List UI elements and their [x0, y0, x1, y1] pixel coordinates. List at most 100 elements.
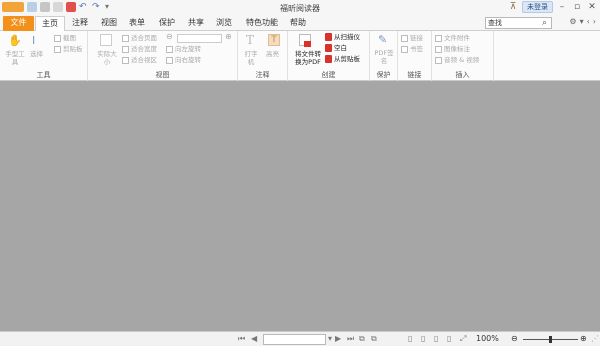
tab-share[interactable]: 共享: [185, 16, 207, 31]
signature-pen-icon: ✎: [378, 33, 388, 46]
image-icon: [435, 45, 442, 53]
highlight-button[interactable]: 高亮: [266, 50, 279, 58]
hand-tool-button[interactable]: 手型工具: [5, 50, 25, 66]
tab-form[interactable]: 表单: [126, 16, 148, 31]
last-page-icon[interactable]: ⏭: [347, 334, 354, 344]
group-insert-label: 插入: [455, 71, 470, 79]
restore-button[interactable]: ▫: [571, 1, 583, 13]
from-scanner-button[interactable]: 从扫描仪: [325, 33, 360, 41]
zoom-slider-thumb[interactable]: [549, 336, 552, 343]
zoom-in-button-icon[interactable]: ⊕: [580, 334, 587, 343]
rotate-left-icon: [166, 45, 173, 53]
group-tools-label: 工具: [36, 71, 51, 79]
link-button[interactable]: 链接: [401, 34, 423, 42]
group-insert: 文件附件 图像标注 音频 & 视频 插入: [432, 31, 494, 81]
snapshot-button[interactable]: 截图: [54, 34, 76, 42]
fit-width-button[interactable]: 适合宽度: [122, 45, 157, 53]
zoom-out-button-icon[interactable]: ⊖: [511, 334, 518, 343]
fit-width-icon: [122, 45, 129, 53]
select-button[interactable]: 选择: [30, 50, 43, 58]
tab-view[interactable]: 视图: [98, 16, 120, 31]
page-dropdown-icon[interactable]: ▾: [328, 334, 332, 343]
tab-comment[interactable]: 注释: [68, 16, 92, 31]
select-cursor-icon: I: [32, 34, 36, 47]
prev-view-icon[interactable]: ⧉: [359, 334, 365, 344]
prev-page-icon[interactable]: ◀: [251, 334, 257, 343]
page-number-input[interactable]: [263, 334, 326, 345]
from-clipboard-button[interactable]: 从剪贴板: [325, 55, 360, 63]
next-page-icon[interactable]: ▶: [335, 334, 341, 343]
group-view-label: 视图: [155, 71, 170, 79]
image-annotation-button[interactable]: 图像标注: [435, 45, 470, 53]
highlight-icon: T: [268, 34, 280, 46]
actual-size-button[interactable]: 实际大小: [97, 50, 117, 66]
file-attachment-button[interactable]: 文件附件: [435, 34, 470, 42]
next-view-icon[interactable]: ⧉: [371, 334, 377, 344]
group-protect: ✎ PDF签名 保护: [370, 31, 398, 81]
settings-icon[interactable]: ⚙: [569, 17, 576, 26]
group-link-label: 链接: [407, 71, 422, 79]
rotate-left-button[interactable]: 向左旋转: [166, 45, 201, 53]
fit-page-button[interactable]: 适合页面: [122, 34, 157, 42]
media-icon: [435, 56, 442, 64]
actual-size-icon: [100, 34, 112, 46]
fit-page-icon: [122, 34, 129, 42]
first-page-icon[interactable]: ⏮: [238, 334, 245, 344]
rotate-right-button[interactable]: 向右旋转: [166, 56, 201, 64]
zoom-out-icon[interactable]: ⊖: [166, 33, 173, 41]
link-icon: [401, 34, 408, 42]
nav-forward-icon[interactable]: ›: [593, 17, 596, 26]
group-view: 实际大小 适合页面 适合宽度 适合视区 ⊖ ⊕ 向左旋转 向右旋转 视图: [88, 31, 238, 81]
ribbon-tab-bar: 文件 主页 注释 视图 表单 保护 共享 浏览 特色功能 帮助 查找 ⌕ ⚙ ▾…: [0, 16, 600, 32]
group-create: 将文件转换为PDF 从扫描仪 空白 从剪贴板 创建: [288, 31, 370, 81]
minimize-button[interactable]: –: [556, 1, 568, 13]
ribbon: ✋ 手型工具 I 选择 截图 剪贴板 工具 实际大小 适合页面 适合宽度 适合视…: [0, 31, 600, 81]
tab-protect[interactable]: 保护: [155, 16, 179, 31]
tab-help[interactable]: 帮助: [287, 16, 309, 31]
fit-visible-icon: [122, 56, 129, 64]
bookmark-button[interactable]: 书签: [401, 45, 423, 53]
document-canvas[interactable]: [0, 82, 600, 331]
skin-icon[interactable]: ⊼: [507, 1, 519, 13]
convert-pdf-badge: [304, 41, 311, 47]
rotate-right-icon: [166, 56, 173, 64]
group-link: 链接 书签 链接: [398, 31, 432, 81]
snapshot-icon: [54, 34, 61, 42]
group-comment: T 打字机 T 高亮 注释: [238, 31, 288, 81]
clipboard-button[interactable]: 剪贴板: [54, 45, 83, 53]
bookmark-icon: [401, 45, 408, 53]
tab-file[interactable]: 文件: [3, 16, 34, 31]
blank-button[interactable]: 空白: [325, 44, 347, 52]
search-icon[interactable]: ⌕: [542, 18, 547, 28]
resize-grip-icon[interactable]: ⋰: [591, 334, 599, 343]
continuous-icon[interactable]: ▯: [421, 334, 425, 343]
login-badge[interactable]: 未登录: [522, 1, 553, 13]
zoom-in-icon[interactable]: ⊕: [225, 33, 232, 41]
nav-back-icon[interactable]: ‹: [587, 17, 590, 26]
fit-visible-button[interactable]: 适合视区: [122, 56, 157, 64]
group-comment-label: 注释: [255, 71, 270, 79]
hand-tool-icon: ✋: [8, 34, 22, 47]
scanner-icon: [325, 33, 332, 41]
blank-doc-icon: [325, 44, 332, 52]
zoom-combo[interactable]: [177, 34, 222, 43]
typewriter-icon: T: [246, 33, 255, 47]
dropdown-icon[interactable]: ▾: [580, 17, 584, 26]
close-button[interactable]: ✕: [586, 1, 598, 13]
typewriter-button[interactable]: 打字机: [243, 50, 259, 66]
tab-features[interactable]: 特色功能: [242, 16, 282, 31]
status-bar: ⏮ ◀ ▾ ▶ ⏭ ⧉ ⧉ ▯ ▯ ▯ ▯ ⤢ 100% ⊖ ⊕ ⋰: [0, 331, 600, 346]
zoom-level[interactable]: 100%: [476, 334, 499, 343]
continuous-facing-icon[interactable]: ▯: [447, 334, 451, 343]
pdf-sign-button[interactable]: PDF签名: [374, 49, 394, 65]
tab-home[interactable]: 主页: [35, 16, 65, 32]
audio-video-button[interactable]: 音频 & 视频: [435, 56, 479, 64]
group-protect-label: 保护: [376, 71, 391, 79]
clipboard-icon: [54, 45, 61, 53]
single-page-icon[interactable]: ▯: [408, 334, 412, 343]
convert-to-pdf-button[interactable]: 将文件转换为PDF: [293, 50, 323, 66]
tab-browse[interactable]: 浏览: [213, 16, 235, 31]
group-create-label: 创建: [321, 71, 336, 79]
fullscreen-icon[interactable]: ⤢: [460, 334, 466, 344]
facing-icon[interactable]: ▯: [434, 334, 438, 343]
